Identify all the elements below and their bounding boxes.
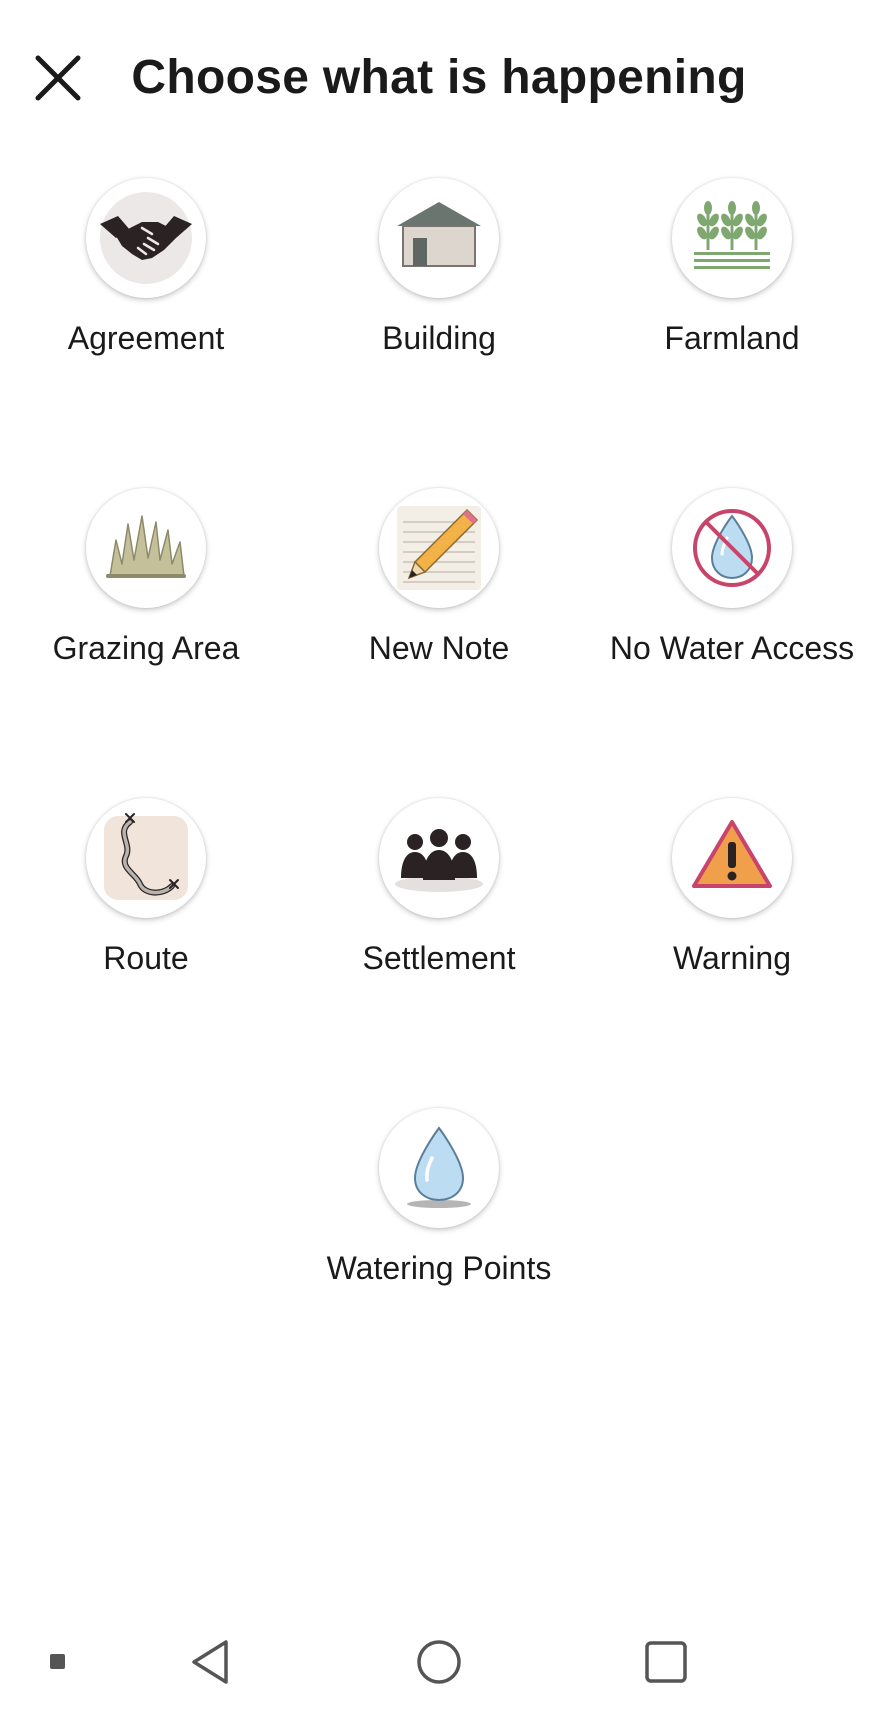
no-water-icon — [693, 509, 771, 587]
category-route[interactable]: Route — [0, 798, 292, 1038]
category-building[interactable]: Building — [293, 178, 585, 418]
category-label: Farmland — [664, 320, 800, 356]
header: Choose what is happening — [0, 0, 878, 150]
category-grazing-area[interactable]: Grazing Area — [0, 488, 292, 728]
route-icon — [104, 813, 188, 900]
category-warning[interactable]: Warning — [586, 798, 878, 1038]
category-icon-circle — [379, 798, 499, 918]
water-drop-icon — [407, 1126, 471, 1208]
category-icon-circle — [86, 798, 206, 918]
category-label: Agreement — [67, 320, 225, 356]
category-watering-points[interactable]: Watering Points — [293, 1108, 585, 1348]
back-icon — [192, 1640, 228, 1684]
category-icon-circle — [86, 488, 206, 608]
category-label: Building — [382, 320, 496, 356]
category-icon-circle — [379, 178, 499, 298]
category-icon-circle — [672, 178, 792, 298]
back-button[interactable] — [184, 1634, 240, 1690]
category-icon-circle — [379, 1108, 499, 1228]
category-icon-circle — [672, 798, 792, 918]
category-label: Settlement — [362, 940, 516, 976]
recent-apps-dot-button[interactable] — [30, 1634, 86, 1690]
overview-icon — [645, 1641, 687, 1683]
category-label: Grazing Area — [52, 630, 240, 666]
handshake-icon — [100, 192, 192, 284]
category-icon-circle — [86, 178, 206, 298]
overview-button[interactable] — [638, 1634, 694, 1690]
system-navigation-bar — [0, 1612, 878, 1712]
category-farmland[interactable]: Farmland — [586, 178, 878, 418]
warning-icon — [692, 820, 772, 888]
category-icon-circle — [379, 488, 499, 608]
category-label: Route — [103, 940, 189, 976]
category-agreement[interactable]: Agreement — [0, 178, 292, 418]
page-title: Choose what is happening — [131, 51, 747, 104]
note-pencil-icon — [397, 506, 481, 590]
category-no-water-access[interactable]: No Water Access — [586, 488, 878, 728]
farmland-icon — [694, 201, 770, 269]
home-button[interactable] — [411, 1634, 467, 1690]
category-icon-circle — [672, 488, 792, 608]
category-label: New Note — [368, 630, 510, 666]
category-label: Warning — [673, 940, 791, 976]
recent-apps-dot-icon — [50, 1654, 65, 1669]
home-icon — [417, 1640, 461, 1684]
category-label: Watering Points — [326, 1250, 552, 1286]
grass-icon — [106, 515, 186, 578]
category-label: No Water Access — [609, 630, 855, 666]
category-new-note[interactable]: New Note — [293, 488, 585, 728]
building-icon — [397, 202, 481, 267]
category-settlement[interactable]: Settlement — [293, 798, 585, 1038]
people-icon — [395, 829, 483, 892]
